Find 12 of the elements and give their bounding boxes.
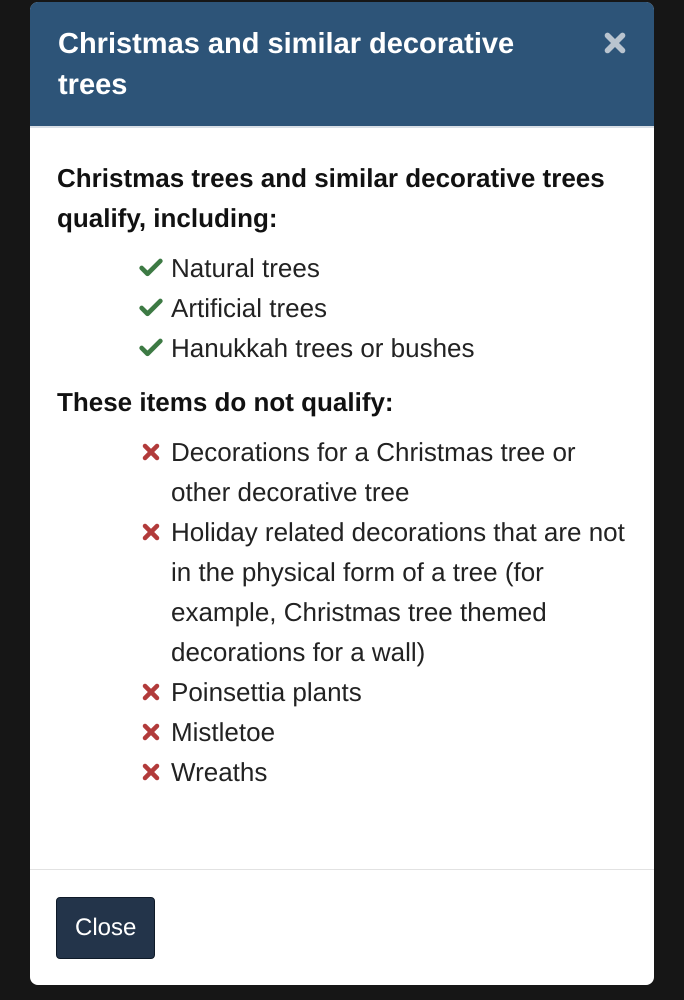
list-item-text: Artificial trees bbox=[171, 292, 328, 325]
list-item-text: Natural trees bbox=[171, 252, 320, 285]
list-item-text: Decorations for a Christmas tree or other decorative tree bbox=[171, 436, 577, 509]
list-item-text: Mistletoe bbox=[171, 716, 276, 749]
list-item-text: Hanukkah trees or bushes bbox=[171, 332, 475, 365]
dialog-title: Christmas and similar decorative trees bbox=[58, 27, 516, 103]
list-item-text: Poinsettia plants bbox=[171, 676, 362, 709]
close-button[interactable]: Close bbox=[56, 897, 156, 959]
list-item-text: Wreaths bbox=[171, 756, 268, 789]
section-heading: Christmas trees and similar decorative trees qualify, including: bbox=[57, 162, 606, 235]
section-heading: These items do not qualify: bbox=[57, 386, 395, 419]
list-item-text: Holiday related decorations that are not in the physical form of a tree (for example, Christmas tree themed decorations for a wall) bbox=[171, 516, 626, 669]
